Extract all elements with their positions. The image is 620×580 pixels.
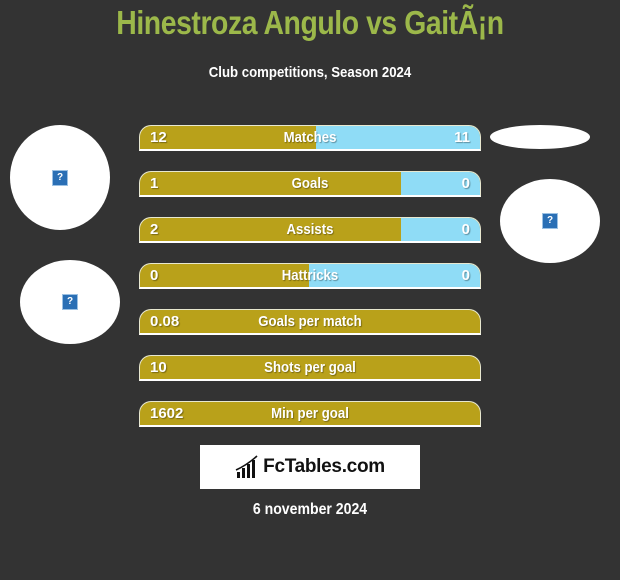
left-value: 0 (150, 267, 159, 284)
team-1-logo: ? (20, 260, 120, 344)
page-title: Hinestroza Angulo vs GaitÃ¡n (116, 4, 504, 41)
stat-row-min-per-goal: 1602 Min per goal (139, 401, 481, 427)
player-1-avatar: ? (10, 125, 110, 230)
stat-label: Goals (291, 175, 329, 192)
left-value: 1 (150, 175, 159, 192)
stat-row-goals: 1 Goals 0 (139, 171, 481, 197)
left-value: 2 (150, 221, 159, 238)
stat-label: Hattricks (281, 267, 339, 284)
stat-row-assists: 2 Assists 0 (139, 217, 481, 243)
stat-row-goals-per-match: 0.08 Goals per match (139, 309, 481, 335)
broken-image-icon: ? (62, 294, 78, 310)
right-value: 0 (461, 221, 470, 238)
logo-text: FcTables.com (263, 456, 385, 477)
report-date: 6 november 2024 (252, 501, 368, 518)
stat-row-shots-per-goal: 10 Shots per goal (139, 355, 481, 381)
stat-label: Goals per match (258, 313, 362, 330)
team-2-logo: ? (500, 179, 600, 263)
player-2-avatar (490, 125, 590, 149)
right-value: 11 (454, 129, 470, 146)
broken-image-icon: ? (542, 213, 558, 229)
stat-label: Min per goal (271, 405, 349, 422)
page-subtitle: Club competitions, Season 2024 (208, 64, 412, 81)
fctables-logo[interactable]: FcTables.com (200, 445, 420, 489)
stat-label: Matches (283, 129, 337, 146)
stat-row-hattricks: 0 Hattricks 0 (139, 263, 481, 289)
right-value: 0 (461, 175, 470, 192)
stat-label: Shots per goal (264, 359, 356, 376)
broken-image-icon: ? (52, 169, 68, 186)
bar-chart-icon (235, 455, 258, 478)
stat-label: Assists (286, 221, 334, 238)
stat-row-matches: 12 Matches 11 (139, 125, 481, 151)
right-value: 0 (461, 267, 470, 284)
